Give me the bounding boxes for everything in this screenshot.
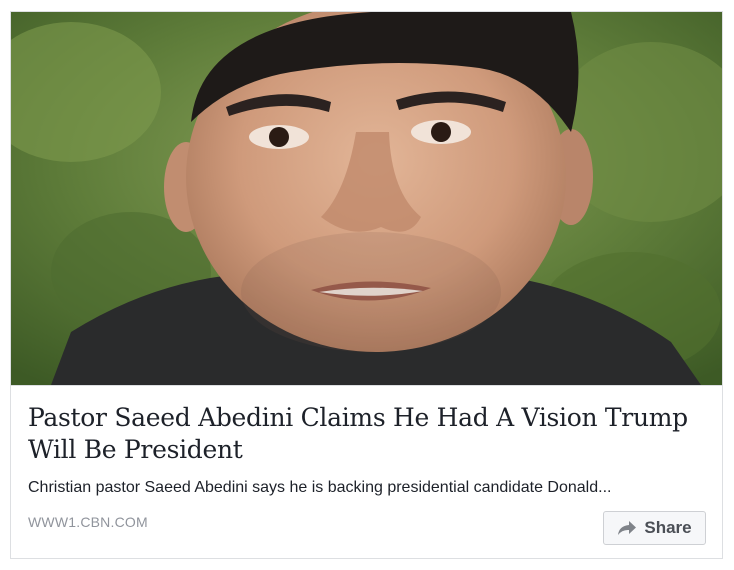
share-button[interactable]: Share bbox=[603, 511, 706, 545]
article-photo[interactable] bbox=[11, 12, 722, 385]
article-description: Christian pastor Saeed Abedini says he i… bbox=[28, 479, 612, 496]
link-preview-body: Pastor Saeed Abedini Claims He Had A Vis… bbox=[11, 385, 722, 558]
source-domain: WWW1.CBN.COM bbox=[28, 514, 148, 530]
share-button-label: Share bbox=[644, 518, 692, 537]
share-arrow-icon bbox=[617, 520, 637, 536]
link-preview-card[interactable]: Pastor Saeed Abedini Claims He Had A Vis… bbox=[10, 11, 723, 559]
article-headline[interactable]: Pastor Saeed Abedini Claims He Had A Vis… bbox=[28, 402, 708, 466]
